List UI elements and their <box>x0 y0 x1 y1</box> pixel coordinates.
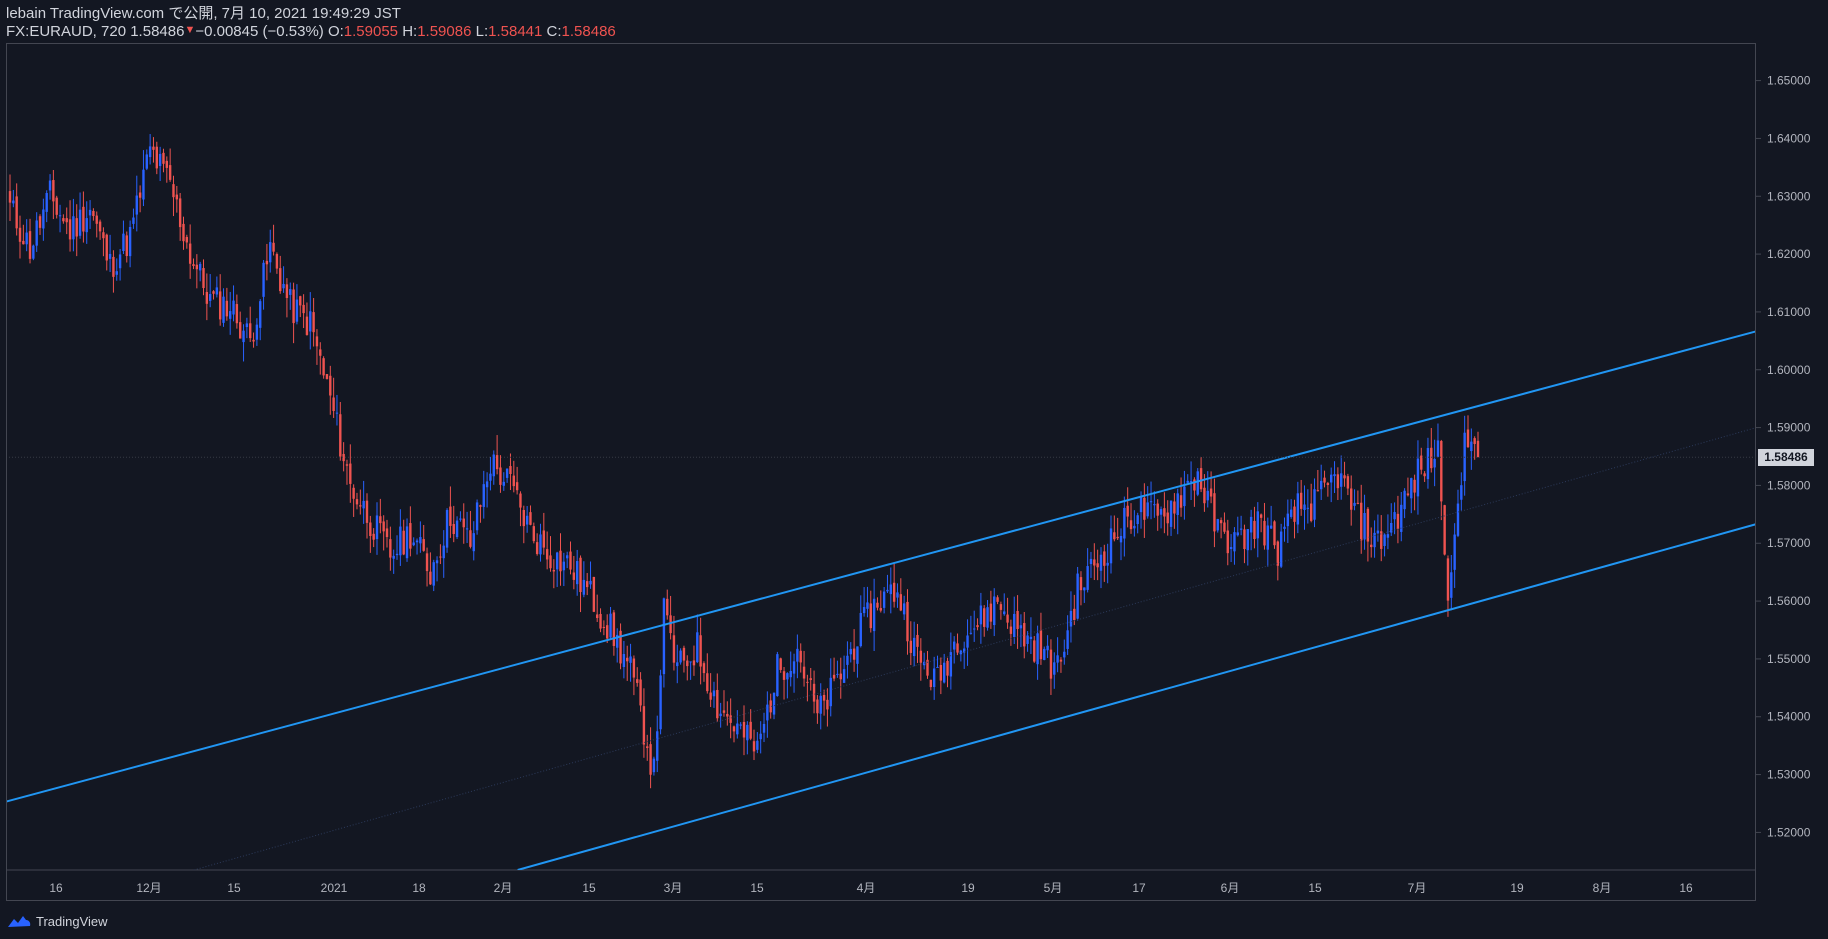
y-tick-label: 1.64000 <box>1767 131 1811 145</box>
last-price-tag: 1.58486 <box>1758 448 1814 466</box>
y-tick-label: 1.62000 <box>1767 247 1811 261</box>
tradingview-brand: TradingView <box>36 913 108 929</box>
footer[interactable]: TradingView <box>6 910 108 932</box>
y-tick-label: 1.54000 <box>1767 710 1811 724</box>
y-tick-label: 1.56000 <box>1767 594 1811 608</box>
y-tick-label: 1.59000 <box>1767 421 1811 435</box>
y-tick-label: 1.63000 <box>1767 189 1811 203</box>
y-tick-label: 1.58000 <box>1767 478 1811 492</box>
y-tick-label: 1.52000 <box>1767 825 1811 839</box>
tradingview-logo-icon <box>8 916 31 927</box>
y-tick-label: 1.65000 <box>1767 74 1811 88</box>
y-tick-label: 1.60000 <box>1767 363 1811 377</box>
y-tick-label: 1.57000 <box>1767 536 1811 550</box>
y-tick-label: 1.61000 <box>1767 305 1811 319</box>
y-tick-label: 1.53000 <box>1767 768 1811 782</box>
y-tick-label: 1.55000 <box>1767 652 1811 666</box>
chart-frame <box>6 43 1756 901</box>
